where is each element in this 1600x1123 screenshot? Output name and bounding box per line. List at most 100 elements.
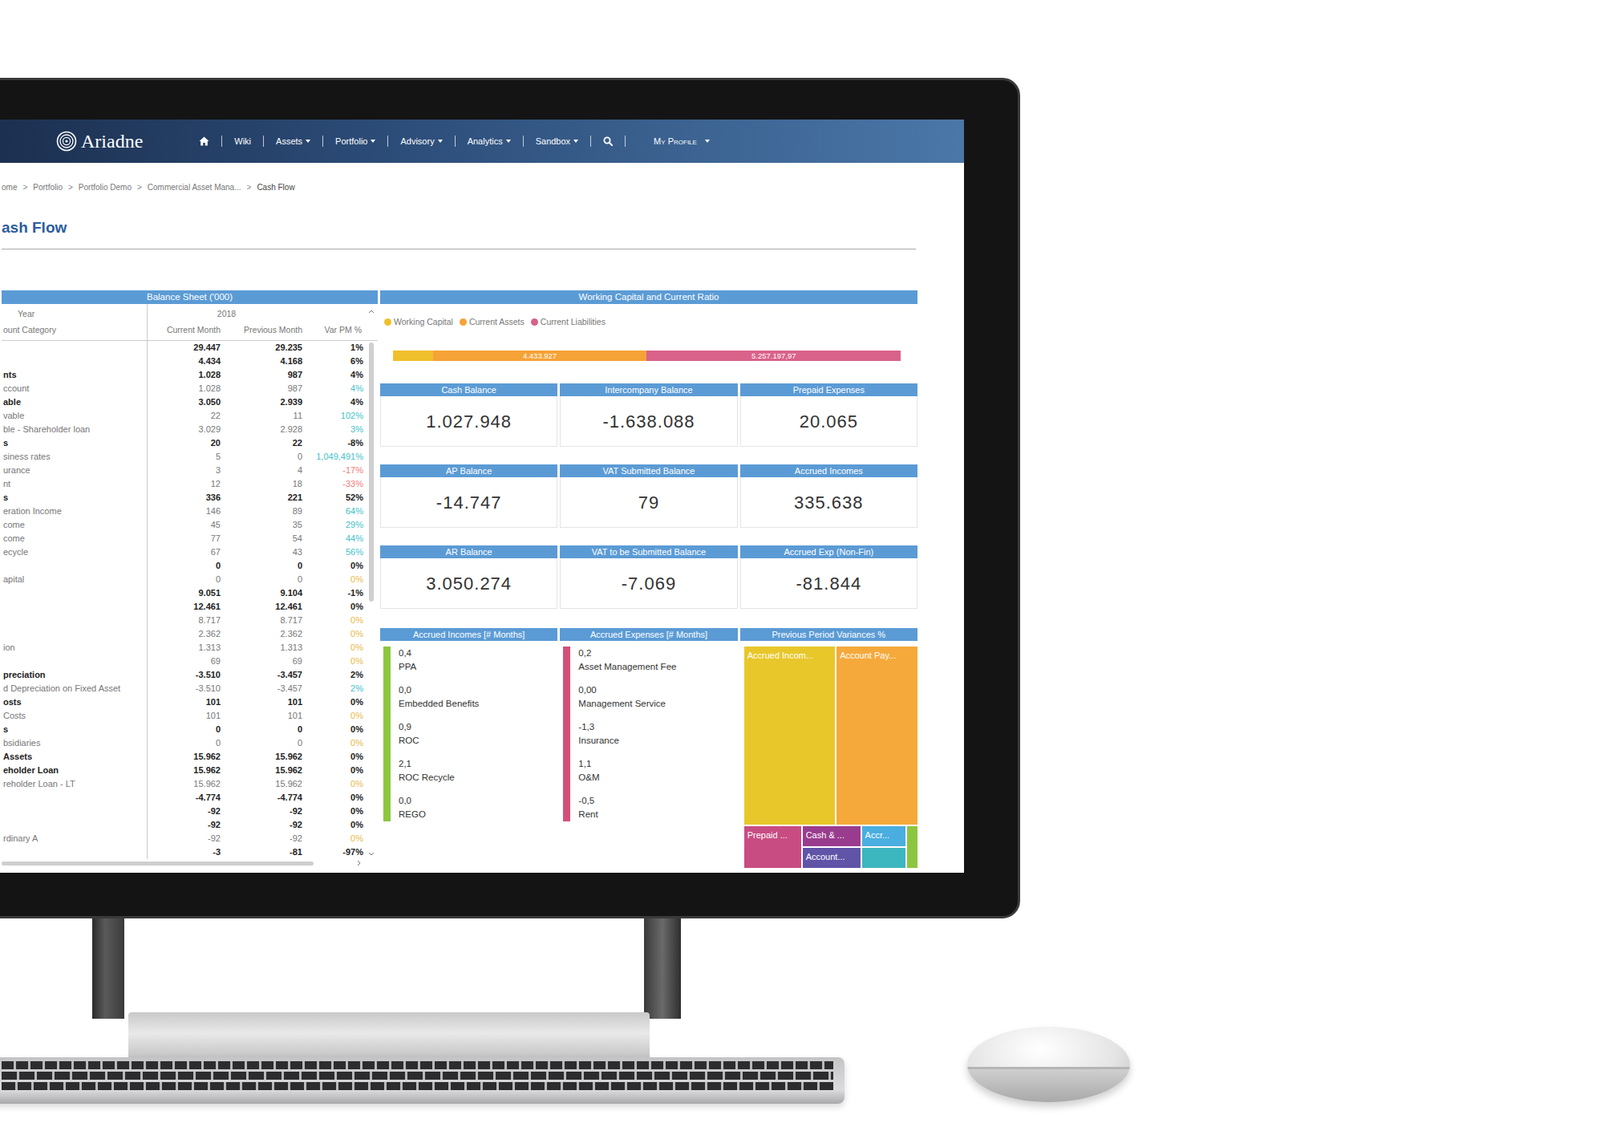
horizontal-scroll-thumb[interactable] <box>1 861 314 866</box>
table-row[interactable]: s000% <box>1 722 365 737</box>
row-label: come <box>3 519 25 530</box>
table-row[interactable]: urance34-17% <box>1 463 365 478</box>
bar-segment[interactable]: 5.257.197,97 <box>646 350 901 361</box>
breadcrumb-item[interactable]: ome <box>1 181 17 195</box>
logo[interactable]: Ariadne <box>56 129 143 153</box>
breadcrumb-item[interactable]: Portfolio <box>32 181 63 195</box>
kpi-value: 3.050.274 <box>425 570 512 597</box>
table-row[interactable]: ion1.3131.3130% <box>1 640 365 655</box>
treemap-tile[interactable] <box>907 826 918 868</box>
table-row[interactable]: 9.0519.104-1% <box>1 586 365 600</box>
table-row[interactable]: 000% <box>1 558 365 573</box>
table-row[interactable]: ecycle674356% <box>1 545 365 559</box>
treemap-tile[interactable]: Accrued Incom... <box>744 646 835 825</box>
mouse[interactable] <box>967 1026 1131 1102</box>
column-title[interactable]: Var PM % <box>305 320 365 341</box>
nav-item[interactable]: Sandbox <box>535 134 579 149</box>
table-row[interactable]: come453529% <box>1 518 365 532</box>
table-row[interactable]: s33622152% <box>1 490 365 505</box>
legend-item[interactable]: Current Assets <box>459 315 525 328</box>
horizontal-scrollbar[interactable] <box>1 858 378 867</box>
table-row[interactable]: 29.44729.2351% <box>1 340 365 355</box>
table-row[interactable]: ccount1.0289874% <box>1 381 365 396</box>
legend-item[interactable]: Working Capital <box>384 315 454 328</box>
nav-item[interactable]: Wiki <box>234 134 252 149</box>
chevron-right-icon[interactable] <box>356 859 362 867</box>
previous-month-cell: 12.461 <box>223 599 306 614</box>
table-row[interactable]: s2022-8% <box>1 436 365 450</box>
treemap-tile[interactable] <box>862 847 906 868</box>
table-row[interactable]: eholder Loan15.96215.9620% <box>1 763 365 778</box>
bar-segment[interactable] <box>392 350 434 361</box>
previous-month-cell: -92 <box>223 818 306 832</box>
table-row[interactable]: 2.3622.3620% <box>1 627 365 641</box>
nav-item[interactable]: Advisory <box>400 134 442 149</box>
home-icon[interactable] <box>198 136 210 146</box>
chevron-up-icon[interactable] <box>368 308 375 314</box>
months-list: 0,4PPA0,0Embedded Benefits0,9ROC2,1ROC R… <box>398 646 479 822</box>
table-row[interactable]: 12.46112.4610% <box>1 599 365 614</box>
bar-segment[interactable]: 4.433.927 <box>433 350 648 361</box>
treemap-tile[interactable]: Account... <box>802 847 861 868</box>
table-row[interactable]: reholder Loan - LT15.96215.9620% <box>1 777 365 791</box>
table-row[interactable]: apital000% <box>1 572 365 587</box>
treemap-tile[interactable]: Account Pay... <box>836 646 918 825</box>
row-label: ion <box>3 642 16 653</box>
breadcrumb-item[interactable]: Commercial Asset Mana... <box>147 181 242 195</box>
previous-month-cell: 0 <box>223 722 306 737</box>
table-row[interactable]: -4.774-4.7740% <box>1 790 365 805</box>
treemap-tile[interactable]: Cash & ... <box>802 826 861 847</box>
scroll-up[interactable] <box>364 303 378 321</box>
variance-cell: 2% <box>305 668 365 682</box>
table-row[interactable]: Assets15.96215.9620% <box>1 749 365 764</box>
table-row[interactable]: bsidiaries000% <box>1 736 365 750</box>
vertical-scroll-thumb[interactable] <box>368 342 374 602</box>
table-row[interactable]: rdinary A-92-920% <box>1 831 365 846</box>
table-row[interactable]: -92-920% <box>1 804 365 819</box>
table-row[interactable]: ble - Shareholder loan3.0292.9283% <box>1 422 365 437</box>
table-row[interactable]: come775444% <box>1 531 365 546</box>
nav-item-label: Assets <box>275 134 303 149</box>
nav-item[interactable]: Assets <box>275 134 311 149</box>
breadcrumb-item[interactable]: Portfolio Demo <box>78 181 132 195</box>
table-row[interactable]: nts1.0289874% <box>1 368 365 382</box>
vertical-scrollbar[interactable] <box>364 340 378 859</box>
table-row[interactable]: d Depreciation on Fixed Asset-3.510-3.45… <box>1 681 365 696</box>
current-month-cell: 67 <box>147 545 224 559</box>
table-row[interactable]: siness rates501,049,491% <box>1 449 365 464</box>
column-title[interactable]: Current Month <box>147 320 224 341</box>
scroll-right[interactable] <box>356 859 378 867</box>
treemap-tile[interactable]: Accr... <box>862 826 906 847</box>
chevron-down-icon[interactable] <box>368 851 375 857</box>
table-row[interactable]: able3.0502.9394% <box>1 395 365 410</box>
table-row[interactable]: 4.4344.1686% <box>1 354 365 369</box>
legend-item[interactable]: Current Liabilities <box>530 315 606 328</box>
table-row[interactable]: -92-920% <box>1 818 365 832</box>
table-row[interactable]: 69690% <box>1 654 365 669</box>
keyboard <box>0 1057 845 1104</box>
table-row[interactable]: 8.7178.7170% <box>1 613 365 628</box>
scroll-down[interactable] <box>368 851 375 859</box>
treemap-tile[interactable]: Prepaid ... <box>744 826 802 868</box>
table-row[interactable]: nt1218-33% <box>1 477 365 491</box>
variance-cell: 0% <box>305 640 365 655</box>
nav-item[interactable]: Portfolio <box>335 134 376 149</box>
table-row[interactable]: -3-81-97% <box>1 845 365 859</box>
row-label-cell: preciation <box>1 668 148 682</box>
table-row[interactable]: vable2211102% <box>1 409 365 423</box>
table-row[interactable]: preciation-3.510-3.4572% <box>1 668 365 682</box>
search-icon[interactable] <box>603 136 613 146</box>
balance-sheet-panel: Balance Sheet ('000)Year2018ount Categor… <box>1 290 378 867</box>
table-row[interactable]: eration Income1468964% <box>1 504 365 519</box>
profile-menu[interactable]: My Profile <box>653 134 710 149</box>
nav-item[interactable]: Analytics <box>467 134 511 149</box>
current-month-cell: -3.510 <box>147 668 224 682</box>
current-month-cell: 0 <box>147 736 224 750</box>
profile-label: My Profile <box>653 134 697 149</box>
months-item: 0,0REGO <box>398 793 479 822</box>
current-month-cell: -92 <box>147 831 224 846</box>
table-row[interactable]: osts1011010% <box>1 695 365 709</box>
row-label-cell: d Depreciation on Fixed Asset <box>1 681 148 696</box>
table-row[interactable]: Costs1011010% <box>1 708 365 723</box>
column-title[interactable]: Previous Month <box>223 320 306 341</box>
